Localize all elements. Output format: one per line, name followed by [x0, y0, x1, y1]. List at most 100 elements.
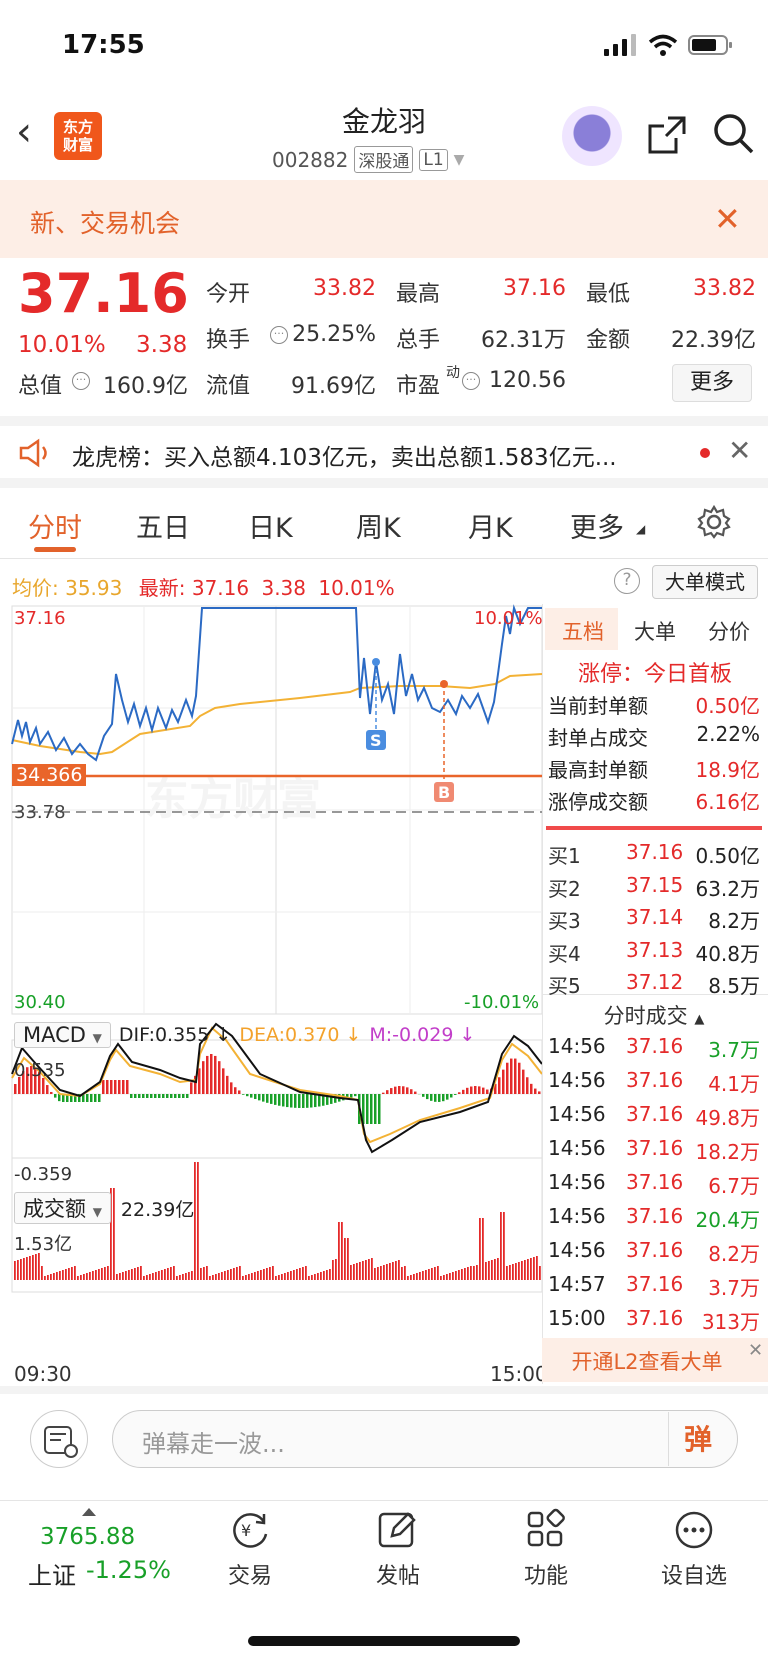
macd-bar — [462, 1089, 465, 1094]
volume-bar — [179, 1275, 181, 1280]
more-dots-icon[interactable] — [672, 1508, 716, 1552]
macd-bar — [242, 1094, 245, 1095]
stock-subline[interactable]: 002882 深股通 L1 ▼ — [272, 146, 464, 173]
index-value[interactable]: 3765.88 — [40, 1524, 135, 1550]
tick-volume: 3.7万 — [708, 1038, 760, 1062]
rp-tab-2[interactable]: 大单 — [634, 616, 676, 646]
tab-5[interactable]: 月K — [468, 506, 513, 545]
info-icon[interactable]: ··· — [462, 372, 480, 390]
volume-bar — [140, 1266, 142, 1280]
macd-bar — [518, 1062, 521, 1094]
macd-dif: DIF:0.355 ↓ — [118, 1024, 232, 1046]
volume-bar — [332, 1260, 334, 1280]
volume-bar — [323, 1271, 325, 1280]
volume-bar — [134, 1268, 136, 1280]
quote-value: 33.82 — [693, 276, 756, 301]
quote-value: 37.16 — [503, 276, 566, 301]
dragon-tiger-text[interactable]: 龙虎榜：买入总额4.103亿元，卖出总额1.583亿元... — [72, 438, 617, 472]
close-icon[interactable]: ✕ — [748, 1340, 763, 1361]
volume-total: 22.39亿 — [120, 1198, 195, 1221]
search-icon[interactable] — [712, 112, 756, 156]
macd-bar — [98, 1094, 101, 1102]
macd-bar — [314, 1094, 317, 1108]
volume-bar — [56, 1272, 58, 1280]
macd-bar — [206, 1055, 209, 1094]
nav-item-label[interactable]: 交易 — [200, 1558, 300, 1590]
help-icon[interactable]: ? — [614, 568, 640, 594]
macd-bar — [170, 1094, 173, 1098]
danmaku-settings-button[interactable] — [30, 1410, 88, 1468]
intraday-chart[interactable]: 东方财富 S B — [0, 604, 544, 1386]
volume-bar — [260, 1270, 262, 1280]
macd-name: MACD — [23, 1023, 86, 1047]
macd-bar — [270, 1094, 273, 1104]
assistant-robot-icon[interactable] — [562, 106, 622, 166]
macd-bar — [214, 1055, 217, 1094]
watermark: 东方财富 — [145, 774, 321, 825]
volume-bar — [188, 1272, 190, 1280]
post-icon[interactable] — [376, 1508, 420, 1552]
share-icon[interactable] — [646, 114, 688, 156]
volume-bar — [275, 1276, 277, 1280]
volume-bar — [224, 1271, 226, 1280]
nav-item-label[interactable]: 发帖 — [348, 1558, 448, 1590]
close-icon[interactable]: ✕ — [728, 434, 751, 467]
last-label: 最新: — [138, 576, 186, 600]
volume-bar — [125, 1271, 127, 1280]
gear-icon[interactable] — [696, 504, 732, 540]
close-icon[interactable]: ✕ — [714, 200, 741, 238]
info-icon[interactable]: ··· — [72, 372, 90, 390]
volume-bar — [41, 1266, 43, 1280]
nav-item-label[interactable]: 功能 — [496, 1558, 596, 1590]
stat-value: 18.9亿 — [695, 758, 760, 782]
big-order-mode-button[interactable]: 大单模式 — [652, 565, 758, 599]
volume-bar — [305, 1266, 307, 1280]
danmaku-send-button[interactable]: 弹 — [684, 1418, 712, 1458]
macd-selector[interactable]: MACD ▼ — [14, 1022, 111, 1048]
tab-3[interactable]: 日K — [248, 506, 293, 545]
change-amount: 3.38 — [136, 332, 188, 358]
volume-bar — [428, 1269, 430, 1280]
tab-2[interactable]: 五日 — [136, 506, 190, 545]
volume-bar — [197, 1162, 199, 1280]
tab-1[interactable]: 分时 — [28, 506, 82, 545]
volume-bar — [236, 1267, 238, 1280]
more-button[interactable]: 更多 — [672, 364, 752, 402]
limit-up-status: 涨停：今日首板 — [577, 662, 732, 687]
volume-bar — [500, 1212, 502, 1280]
dropdown-icon: ▼ — [453, 151, 465, 168]
ticks-header[interactable]: 分时成交 ▲ — [546, 1000, 762, 1030]
macd-bar — [378, 1094, 381, 1124]
macd-bar — [434, 1094, 437, 1102]
volume-bar — [404, 1266, 406, 1280]
volume-bar — [314, 1274, 316, 1280]
nav-item-label[interactable]: 设自选 — [644, 1558, 744, 1590]
macd-bar — [522, 1069, 525, 1094]
macd-bar — [402, 1086, 405, 1094]
rp-tab-3[interactable]: 分价 — [708, 616, 750, 646]
rp-tab-1[interactable]: 五档 — [562, 616, 604, 646]
macd-bar — [398, 1086, 401, 1094]
trade-icon[interactable]: ¥ — [228, 1508, 272, 1552]
macd-bar — [442, 1094, 445, 1102]
tab-4[interactable]: 周K — [356, 506, 401, 545]
bid-level-label: 买4 — [548, 941, 581, 966]
macd-bar — [226, 1075, 229, 1094]
avg-value: 35.93 — [65, 576, 123, 600]
volume-bar — [437, 1266, 439, 1280]
volume-bar — [272, 1266, 274, 1280]
buy-marker: B — [438, 783, 450, 802]
function-icon[interactable] — [524, 1508, 568, 1552]
volume-bar — [467, 1267, 469, 1280]
macd-bar — [394, 1086, 397, 1094]
info-icon[interactable]: ··· — [270, 326, 288, 344]
volume-bar — [83, 1274, 85, 1280]
tab-6[interactable]: 更多 — [570, 506, 624, 545]
tick-volume: 313万 — [701, 1310, 760, 1334]
volume-bar — [155, 1272, 157, 1280]
expand-up-icon[interactable] — [82, 1508, 96, 1516]
bid-level-label: 买2 — [548, 876, 581, 901]
volume-selector[interactable]: 成交额 ▼ — [14, 1192, 111, 1224]
macd-bar — [426, 1094, 429, 1100]
pct-bottom-label: -10.01% — [464, 992, 540, 1013]
